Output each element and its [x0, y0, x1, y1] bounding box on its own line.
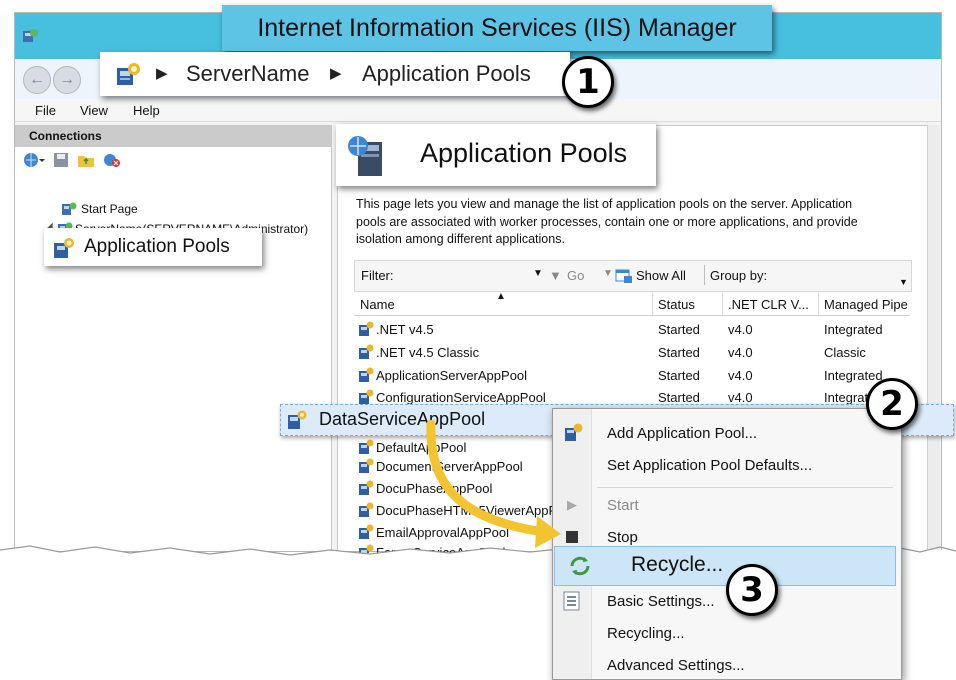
step-1-badge: 1 — [562, 56, 614, 108]
globe-connect-icon[interactable] — [23, 151, 45, 169]
page-title-callout: Application Pools — [336, 124, 656, 186]
go-funnel-icon: ▼ — [549, 268, 562, 283]
go-dropdown-icon[interactable]: ▼ — [603, 268, 613, 279]
menu-file[interactable]: File — [35, 103, 56, 118]
pool-status: Started — [658, 345, 700, 360]
breadcrumb-separator-icon: ▶ — [330, 65, 342, 82]
menu-help[interactable]: Help — [133, 103, 160, 118]
pool-name: ApplicationServerAppPool — [376, 368, 528, 383]
tree-app-pools-callout[interactable]: Application Pools — [44, 228, 262, 266]
curved-arrow-icon — [426, 420, 561, 548]
iis-app-icon — [23, 29, 38, 42]
menu-stop[interactable]: Stop — [607, 529, 638, 546]
pool-status: Started — [658, 390, 700, 405]
filter-input[interactable] — [407, 266, 527, 284]
forward-button[interactable]: → — [53, 66, 81, 94]
pool-clr: v4.0 — [728, 322, 753, 337]
app-pools-icon — [54, 238, 74, 258]
back-button[interactable]: ← — [23, 66, 51, 94]
menu-add-application-pool[interactable]: Add Application Pool... — [607, 425, 757, 442]
col-name[interactable]: Name — [360, 297, 395, 312]
menu-recycle-label: Recycle... — [631, 553, 724, 576]
app-pools-icon — [348, 136, 382, 176]
col-pipeline[interactable]: Managed Pipe — [824, 297, 910, 312]
app-pools-icon — [117, 63, 140, 85]
pools-grid-header: Name ▲ Status .NET CLR V... Managed Pipe — [354, 291, 910, 316]
app-pool-icon — [359, 439, 374, 454]
col-clr[interactable]: .NET CLR V... — [728, 297, 816, 312]
sort-ascending-icon: ▲ — [496, 291, 506, 302]
up-folder-icon[interactable] — [77, 152, 95, 168]
menu-recycle[interactable]: Recycle... — [554, 546, 896, 586]
pool-pipeline: Integrated — [824, 322, 883, 337]
pool-name: .NET v4.5 — [376, 322, 434, 337]
filter-label: Filter: — [361, 268, 394, 283]
filter-dropdown-icon[interactable]: ▼ — [533, 268, 543, 279]
menu-bar: File View Help — [15, 99, 941, 122]
pool-name: .NET v4.5 Classic — [376, 345, 480, 360]
start-page-icon — [62, 202, 77, 215]
recycle-icon — [570, 556, 590, 576]
page-description: This page lets you view and manage the l… — [356, 197, 858, 246]
app-pool-icon — [359, 502, 374, 517]
go-button[interactable]: Go — [567, 268, 584, 283]
show-all-button[interactable]: Show All — [636, 268, 686, 283]
group-by-dropdown-icon[interactable]: ▼ — [899, 277, 908, 287]
tree-start-page[interactable]: Start Page — [81, 202, 138, 216]
disconnect-icon[interactable] — [103, 152, 121, 168]
back-arrow-icon: ← — [29, 71, 45, 88]
filter-divider — [704, 265, 705, 285]
menu-recycling[interactable]: Recycling... — [607, 625, 685, 642]
basic-settings-icon — [563, 591, 580, 611]
step-3-badge: 3 — [726, 564, 778, 616]
menu-advanced-settings[interactable]: Advanced Settings... — [607, 657, 745, 674]
menu-start[interactable]: Start — [607, 497, 639, 514]
col-divider — [722, 293, 723, 315]
app-pool-icon — [359, 480, 374, 495]
table-row[interactable]: .NET v4.5 Started v4.0 Integrated — [354, 318, 910, 340]
app-pool-icon — [359, 458, 374, 473]
connections-header: Connections — [15, 125, 331, 147]
app-pool-icon — [288, 410, 307, 429]
pool-clr: v4.0 — [728, 368, 753, 383]
breadcrumb-separator-icon: ▶ — [156, 65, 168, 82]
forward-arrow-icon: → — [59, 71, 75, 88]
breadcrumb-app-pools[interactable]: Application Pools — [362, 61, 531, 87]
pool-clr: v4.0 — [728, 345, 753, 360]
context-menu: Add Application Pool... Set Application … — [552, 408, 902, 680]
menu-basic-settings[interactable]: Basic Settings... — [607, 593, 715, 610]
window-title-callout: Internet Information Services (IIS) Mana… — [222, 5, 772, 51]
app-pool-icon — [359, 367, 374, 382]
pool-pipeline: Classic — [824, 345, 866, 360]
pool-name: ConfigurationServiceAppPool — [376, 390, 546, 405]
table-row[interactable]: .NET v4.5 Classic Started v4.0 Classic — [354, 341, 910, 363]
pool-status: Started — [658, 322, 700, 337]
save-icon[interactable] — [53, 152, 69, 168]
filter-bar: Filter: ▼ ▼ Go ▼ Show All Group by: ▼ — [354, 260, 912, 292]
menu-separator — [597, 487, 893, 488]
show-all-icon — [615, 269, 632, 283]
page-title: Application Pools — [420, 138, 628, 168]
breadcrumb-server[interactable]: ServerName — [186, 61, 309, 87]
menu-view[interactable]: View — [80, 103, 108, 118]
pool-clr: v4.0 — [728, 390, 753, 405]
main-scrollbar[interactable] — [927, 125, 940, 551]
app-pool-icon — [359, 344, 374, 359]
col-status[interactable]: Status — [658, 297, 695, 312]
connections-pane: Connections Start Page ◢ ServerName(SERV… — [15, 125, 332, 551]
table-row[interactable]: ApplicationServerAppPool Started v4.0 In… — [354, 364, 910, 386]
breadcrumb: ▶ ServerName ▶ Application Pools — [100, 52, 570, 96]
app-pool-icon — [359, 389, 374, 404]
col-divider — [652, 293, 653, 315]
menu-set-pool-defaults[interactable]: Set Application Pool Defaults... — [607, 457, 812, 474]
app-pool-icon — [359, 321, 374, 336]
pool-status: Started — [658, 368, 700, 383]
step-2-badge: 2 — [866, 378, 918, 430]
group-by-label[interactable]: Group by: — [710, 268, 767, 283]
col-divider — [818, 293, 819, 315]
tree-app-pools-label: Application Pools — [84, 236, 230, 257]
